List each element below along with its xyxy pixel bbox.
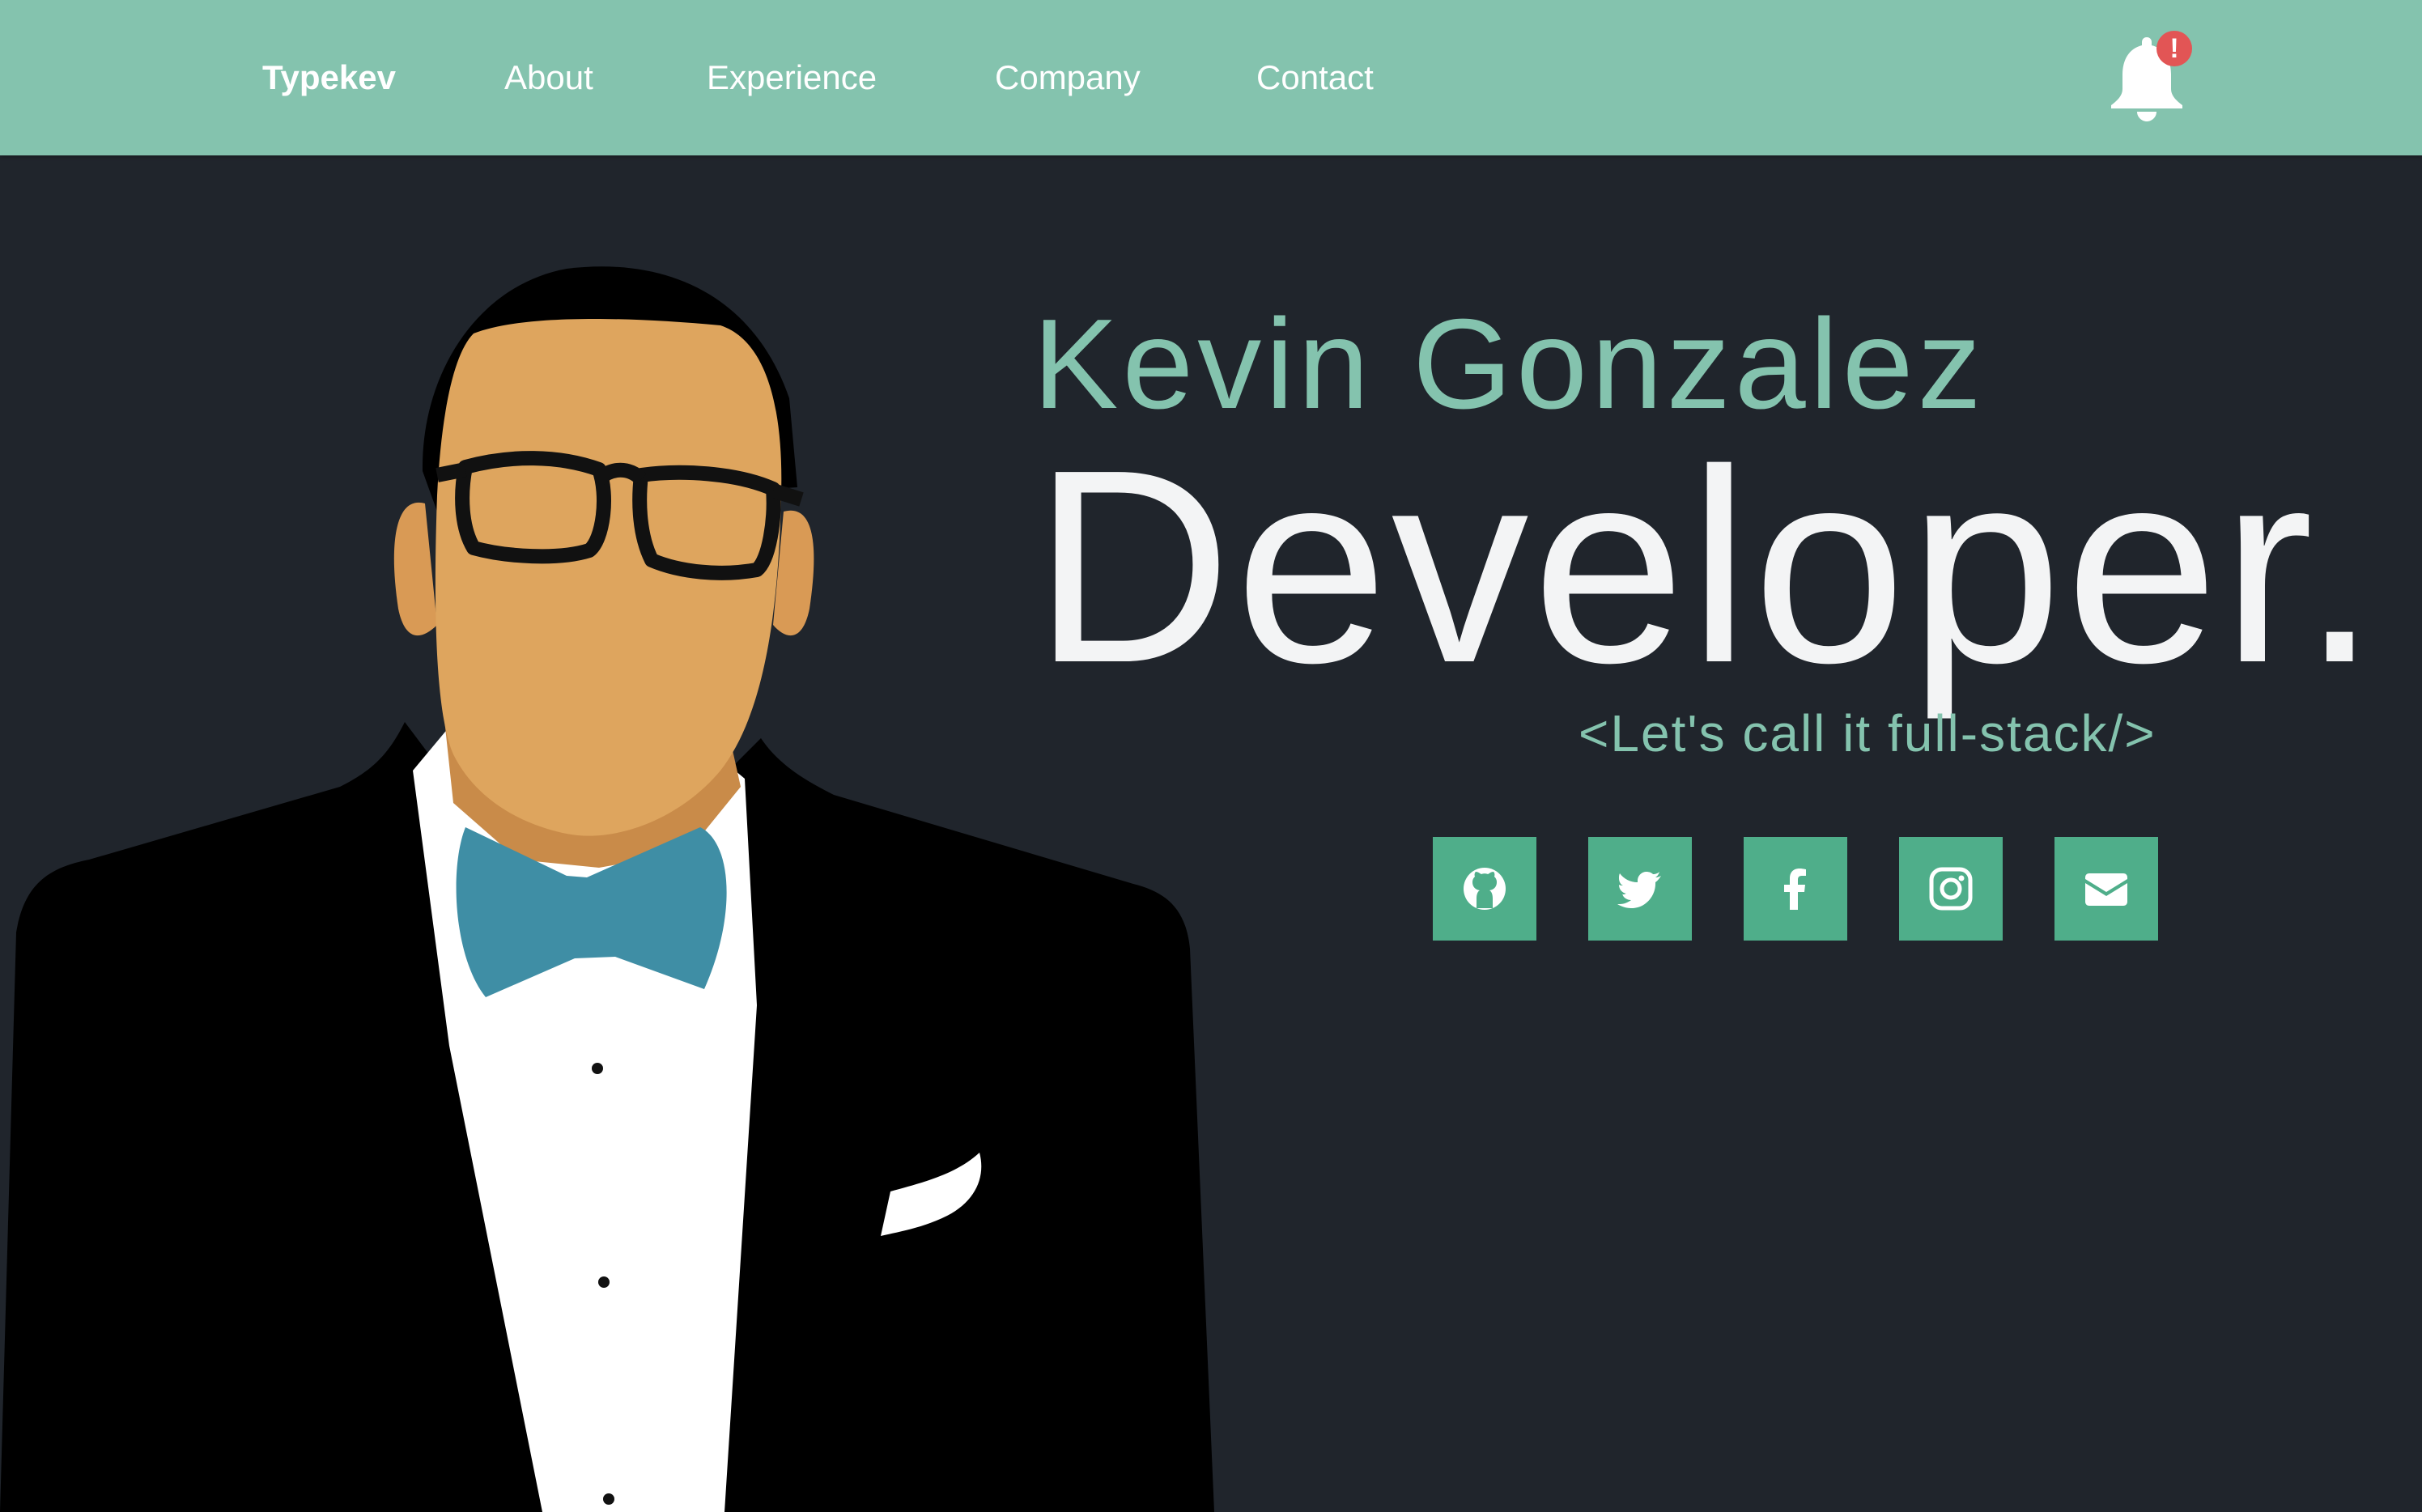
hero-tagline: <Let's call it full-stack/> bbox=[1579, 704, 2156, 762]
github-icon bbox=[1464, 868, 1506, 910]
twitter-icon bbox=[1617, 872, 1661, 908]
nav-link-contact[interactable]: Contact bbox=[1256, 58, 1374, 97]
navbar: Typekev About Experience Company Contact… bbox=[0, 0, 2422, 155]
notification-badge: ! bbox=[2156, 31, 2192, 66]
hero-title: Developer. bbox=[1033, 413, 2382, 720]
facebook-button[interactable] bbox=[1744, 837, 1847, 941]
facebook-icon bbox=[1784, 869, 1806, 910]
github-button[interactable] bbox=[1433, 837, 1536, 941]
mail-button[interactable] bbox=[2054, 837, 2158, 941]
nav-link-about[interactable]: About bbox=[504, 58, 593, 97]
nav-brand-link[interactable]: Typekev bbox=[262, 58, 396, 97]
nav-link-company[interactable]: Company bbox=[995, 58, 1141, 97]
mail-icon bbox=[2085, 873, 2127, 906]
portrait-illustration bbox=[0, 266, 1214, 1512]
nav-link-experience[interactable]: Experience bbox=[707, 58, 877, 97]
instagram-button[interactable] bbox=[1899, 837, 2003, 941]
instagram-icon bbox=[1929, 867, 1973, 911]
twitter-button[interactable] bbox=[1588, 837, 1692, 941]
